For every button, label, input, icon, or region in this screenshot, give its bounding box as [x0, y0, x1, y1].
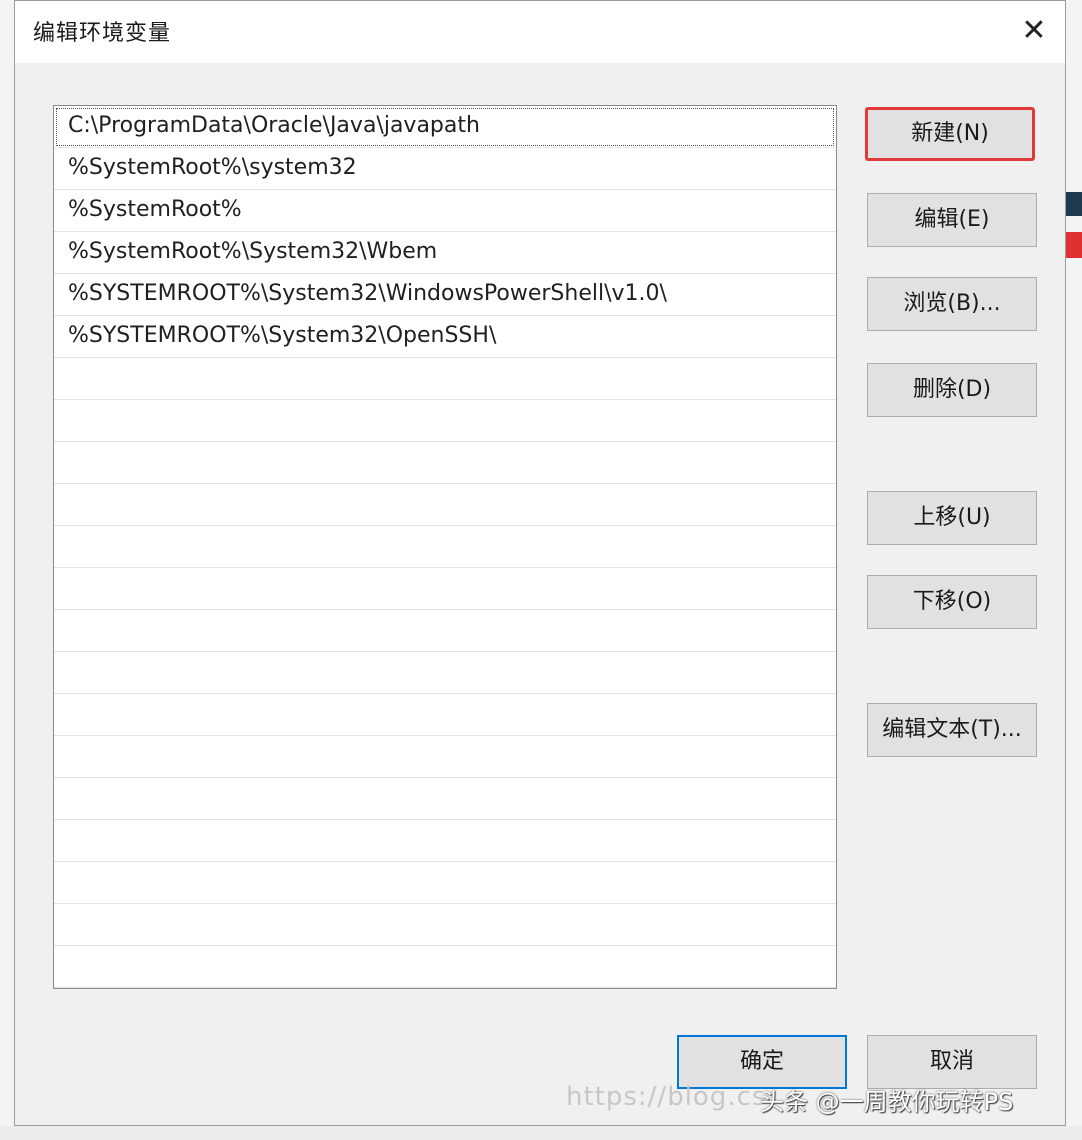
path-row[interactable]: %SystemRoot%\System32\Wbem	[54, 232, 836, 274]
background-window-bottom	[0, 1126, 1082, 1140]
empty-path-row[interactable]	[54, 652, 836, 694]
path-row[interactable]: %SystemRoot%\system32	[54, 148, 836, 190]
move-up-button[interactable]: 上移(U)	[867, 491, 1037, 545]
path-row[interactable]: %SystemRoot%	[54, 190, 836, 232]
ok-button[interactable]: 确定	[677, 1035, 847, 1089]
dialog-title: 编辑环境变量	[33, 21, 172, 46]
background-red-strip	[1066, 232, 1082, 258]
empty-path-row[interactable]	[54, 694, 836, 736]
background-navy-strip	[1066, 192, 1082, 216]
watermark-url: https://blog.cs	[566, 1082, 767, 1112]
empty-path-row[interactable]	[54, 736, 836, 778]
move-down-button[interactable]: 下移(O)	[867, 575, 1037, 629]
path-row[interactable]: %SYSTEMROOT%\System32\WindowsPowerShell\…	[54, 274, 836, 316]
path-row[interactable]: %SYSTEMROOT%\System32\OpenSSH\	[54, 316, 836, 358]
cancel-button[interactable]: 取消	[867, 1035, 1037, 1089]
empty-path-row[interactable]	[54, 400, 836, 442]
background-window-right	[1066, 0, 1082, 1140]
empty-path-row[interactable]	[54, 568, 836, 610]
empty-path-row[interactable]	[54, 610, 836, 652]
path-row[interactable]: C:\ProgramData\Oracle\Java\javapath	[54, 106, 836, 148]
title-bar: 编辑环境变量 ✕	[15, 1, 1065, 63]
empty-path-row[interactable]	[54, 862, 836, 904]
background-window-left	[0, 0, 14, 1140]
empty-path-row[interactable]	[54, 442, 836, 484]
path-list[interactable]: C:\ProgramData\Oracle\Java\javapath %Syst…	[53, 105, 837, 989]
watermark-brand: 头条 @一周教你玩转PS	[760, 1088, 1014, 1116]
empty-path-row[interactable]	[54, 358, 836, 400]
delete-button[interactable]: 删除(D)	[867, 363, 1037, 417]
browse-button[interactable]: 浏览(B)...	[867, 277, 1037, 331]
edit-button[interactable]: 编辑(E)	[867, 193, 1037, 247]
edit-text-button[interactable]: 编辑文本(T)...	[867, 703, 1037, 757]
edit-env-variable-dialog: 编辑环境变量 ✕ C:\ProgramData\Oracle\Java\java…	[14, 0, 1066, 1126]
empty-path-row[interactable]	[54, 778, 836, 820]
close-icon[interactable]: ✕	[1011, 9, 1057, 55]
empty-path-row[interactable]	[54, 904, 836, 946]
empty-path-row[interactable]	[54, 946, 836, 988]
new-button[interactable]: 新建(N)	[865, 107, 1035, 161]
empty-path-row[interactable]	[54, 820, 836, 862]
empty-path-row[interactable]	[54, 526, 836, 568]
empty-path-row[interactable]	[54, 484, 836, 526]
